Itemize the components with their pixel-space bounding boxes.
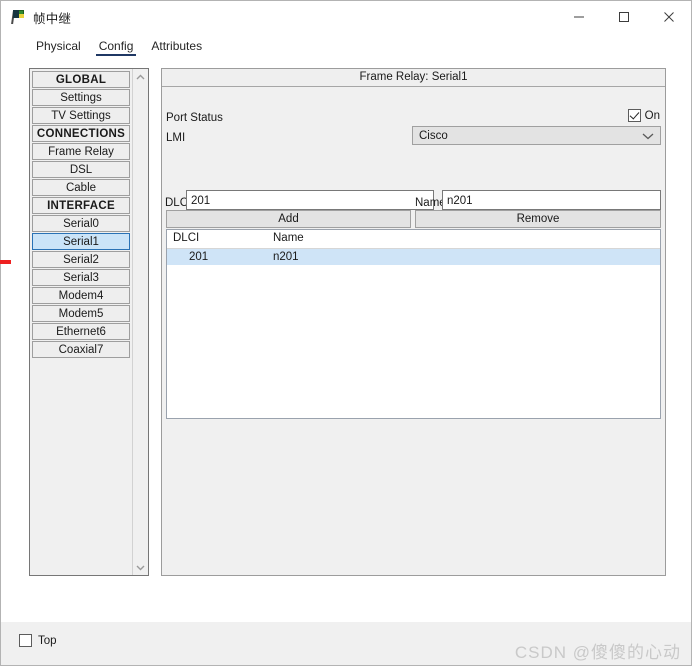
cell-name: n201 xyxy=(273,251,299,263)
sidebar-item-modem5[interactable]: Modem5 xyxy=(32,305,130,322)
sidebar-header-connections: CONNECTIONS xyxy=(32,125,130,142)
dlci-table: DLCI Name 201 n201 xyxy=(166,229,661,419)
maximize-icon[interactable] xyxy=(601,1,646,33)
config-sidebar: GLOBAL Settings TV Settings CONNECTIONS … xyxy=(29,68,149,576)
table-header-row: DLCI Name xyxy=(167,230,660,249)
sidebar-item-frame-relay[interactable]: Frame Relay xyxy=(32,143,130,160)
remove-button[interactable]: Remove xyxy=(415,210,661,228)
panel-body: Port Status On LMI Cisco DLCI 201 Name n… xyxy=(162,87,665,576)
sidebar-scrollbar[interactable] xyxy=(132,69,148,575)
port-status-on-label: On xyxy=(644,109,660,122)
sidebar-item-serial3[interactable]: Serial3 xyxy=(32,269,130,286)
name-input[interactable]: n201 xyxy=(442,190,661,210)
port-status-label: Port Status xyxy=(166,112,223,124)
sidebar-item-serial1[interactable]: Serial1 xyxy=(32,233,130,250)
minimize-icon[interactable] xyxy=(556,1,601,33)
sidebar-item-tv-settings[interactable]: TV Settings xyxy=(32,107,130,124)
frame-relay-flag-icon xyxy=(10,9,26,25)
sidebar-item-serial0[interactable]: Serial0 xyxy=(32,215,130,232)
window-controls xyxy=(556,1,691,33)
sidebar-item-modem4[interactable]: Modem4 xyxy=(32,287,130,304)
chevron-down-icon xyxy=(642,132,654,140)
watermark: CSDN @傻傻的心动 xyxy=(514,643,681,662)
dlci-input[interactable]: 201 xyxy=(186,190,434,210)
red-edge-marker xyxy=(0,260,11,264)
lmi-select[interactable]: Cisco xyxy=(412,126,661,145)
column-header-name[interactable]: Name xyxy=(267,230,467,248)
column-header-dlci[interactable]: DLCI xyxy=(167,230,267,248)
cell-dlci: 201 xyxy=(189,251,209,263)
sidebar-item-cable[interactable]: Cable xyxy=(32,179,130,196)
chevron-up-icon[interactable] xyxy=(133,69,148,84)
table-row[interactable]: 201 n201 xyxy=(167,249,660,265)
config-content-area: GLOBAL Settings TV Settings CONNECTIONS … xyxy=(0,56,691,622)
panel-title: Frame Relay: Serial1 xyxy=(162,69,665,87)
sidebar-item-ethernet6[interactable]: Ethernet6 xyxy=(32,323,130,340)
sidebar-item-list: GLOBAL Settings TV Settings CONNECTIONS … xyxy=(30,69,132,575)
sidebar-item-coaxial7[interactable]: Coaxial7 xyxy=(32,341,130,358)
top-checkbox-group[interactable]: Top xyxy=(19,634,57,647)
lmi-selected-value: Cisco xyxy=(419,129,448,142)
window-footer: Top CSDN @傻傻的心动 xyxy=(1,622,691,665)
top-checkbox[interactable] xyxy=(19,634,32,647)
port-status-checkbox[interactable] xyxy=(627,109,641,122)
sidebar-header-global: GLOBAL xyxy=(32,71,130,88)
sidebar-header-interface: INTERFACE xyxy=(32,197,130,214)
lmi-label: LMI xyxy=(166,132,186,144)
sidebar-item-serial2[interactable]: Serial2 xyxy=(32,251,130,268)
port-status-on-toggle[interactable]: On xyxy=(627,109,660,122)
tab-strip: Physical Config Attributes xyxy=(1,33,691,56)
chevron-down-icon[interactable] xyxy=(133,560,148,575)
add-button[interactable]: Add xyxy=(166,210,411,228)
tab-physical[interactable]: Physical xyxy=(27,39,90,56)
window-title: 帧中继 xyxy=(33,11,72,26)
close-icon[interactable] xyxy=(646,1,691,33)
frame-relay-window: 帧中继 Physical Config Attributes GLOBAL Se… xyxy=(0,0,692,666)
frame-relay-panel: Frame Relay: Serial1 Port Status On LMI … xyxy=(161,68,666,576)
tab-config[interactable]: Config xyxy=(90,39,143,56)
sidebar-item-settings[interactable]: Settings xyxy=(32,89,130,106)
sidebar-item-dsl[interactable]: DSL xyxy=(32,161,130,178)
top-label: Top xyxy=(38,634,57,647)
title-bar: 帧中继 xyxy=(1,1,691,33)
tab-attributes[interactable]: Attributes xyxy=(142,39,211,56)
